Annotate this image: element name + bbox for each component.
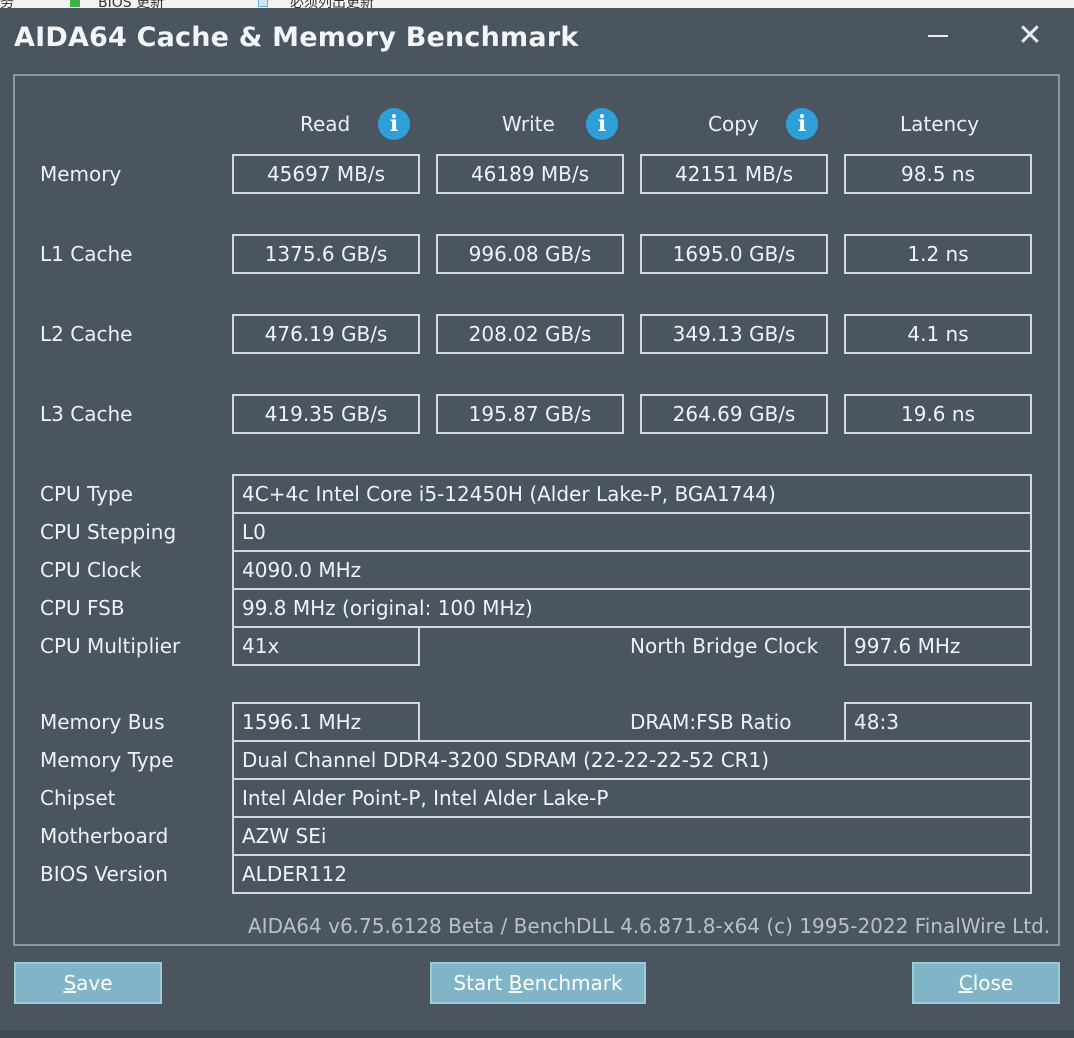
row-label-memory: Memory [40,162,122,186]
info-icon[interactable]: i [378,108,410,140]
minimize-icon [928,35,948,37]
close-window-button[interactable]: ✕ [1010,18,1050,54]
taskbar-strip: 务 BIOS 更新 必须列出更新 [0,0,1074,8]
l3-copy-value: 264.69 GB/s [640,394,828,434]
l1-latency-value: 1.2 ns [844,234,1032,274]
cpu-stepping-value: L0 [232,512,1032,552]
cpu-stepping-label: CPU Stepping [40,520,177,544]
column-header-read: Read [300,112,351,136]
window-title: AIDA64 Cache & Memory Benchmark [14,22,579,53]
cpu-type-value: 4C+4c Intel Core i5-12450H (Alder Lake-P… [232,474,1032,514]
title-bar: AIDA64 Cache & Memory Benchmark ✕ [0,8,1074,70]
row-label-l1: L1 Cache [40,242,133,266]
north-bridge-clock-value: 997.6 MHz [844,626,1032,666]
dram-fsb-ratio-label: DRAM:FSB Ratio [630,710,792,734]
row-label-l2: L2 Cache [40,322,133,346]
l2-read-value: 476.19 GB/s [232,314,420,354]
memory-write-value: 46189 MB/s [436,154,624,194]
start-benchmark-label-pre: Start [453,971,509,995]
save-button-label: ave [76,971,113,995]
close-button-label: lose [972,971,1014,995]
bios-version-value: ALDER112 [232,854,1032,894]
info-icon[interactable]: i [586,108,618,140]
memory-read-value: 45697 MB/s [232,154,420,194]
column-header-latency: Latency [900,112,980,136]
l3-latency-value: 19.6 ns [844,394,1032,434]
l1-copy-value: 1695.0 GB/s [640,234,828,274]
north-bridge-clock-label: North Bridge Clock [630,634,819,658]
motherboard-label: Motherboard [40,824,169,848]
motherboard-value: AZW SEi [232,816,1032,856]
bios-version-label: BIOS Version [40,862,168,886]
cpu-multiplier-value: 41x [232,626,420,666]
close-icon: ✕ [1017,18,1043,53]
row-label-l3: L3 Cache [40,402,133,426]
close-button[interactable]: Close [912,962,1060,1004]
version-footer: AIDA64 v6.75.6128 Beta / BenchDLL 4.6.87… [248,914,1051,938]
app-icon [70,0,80,7]
taskbar-item[interactable]: BIOS 更新 [98,0,164,8]
l2-copy-value: 349.13 GB/s [640,314,828,354]
cpu-multiplier-label: CPU Multiplier [40,634,181,658]
memory-latency-value: 98.5 ns [844,154,1032,194]
chipset-value: Intel Alder Point-P, Intel Alder Lake-P [232,778,1032,818]
memory-copy-value: 42151 MB/s [640,154,828,194]
l1-read-value: 1375.6 GB/s [232,234,420,274]
start-benchmark-label: enchmark [522,971,623,995]
l1-write-value: 996.08 GB/s [436,234,624,274]
l2-latency-value: 4.1 ns [844,314,1032,354]
window-bottom-edge [0,1030,1074,1038]
memory-bus-label: Memory Bus [40,710,165,734]
minimize-button[interactable] [918,18,958,54]
l3-read-value: 419.35 GB/s [232,394,420,434]
cpu-fsb-label: CPU FSB [40,596,125,620]
app-icon [258,0,268,7]
cpu-clock-label: CPU Clock [40,558,142,582]
start-benchmark-mnemonic: B [508,971,523,995]
info-icon[interactable]: i [786,108,818,140]
save-button-mnemonic: S [63,971,77,995]
taskbar-item[interactable]: 必须列出更新 [290,0,374,8]
close-button-mnemonic: C [958,971,973,995]
column-header-write: Write [502,112,555,136]
memory-type-value: Dual Channel DDR4-3200 SDRAM (22-22-22-5… [232,740,1032,780]
cpu-fsb-value: 99.8 MHz (original: 100 MHz) [232,588,1032,628]
chipset-label: Chipset [40,786,116,810]
start-benchmark-button[interactable]: Start Benchmark [430,962,646,1004]
cpu-type-label: CPU Type [40,482,133,506]
column-header-copy: Copy [708,112,759,136]
memory-type-label: Memory Type [40,748,174,772]
taskbar-item[interactable]: 务 [0,0,14,8]
cpu-clock-value: 4090.0 MHz [232,550,1032,590]
dram-fsb-ratio-value: 48:3 [844,702,1032,742]
l2-write-value: 208.02 GB/s [436,314,624,354]
memory-bus-value: 1596.1 MHz [232,702,420,742]
l3-write-value: 195.87 GB/s [436,394,624,434]
save-button[interactable]: Save [14,962,162,1004]
